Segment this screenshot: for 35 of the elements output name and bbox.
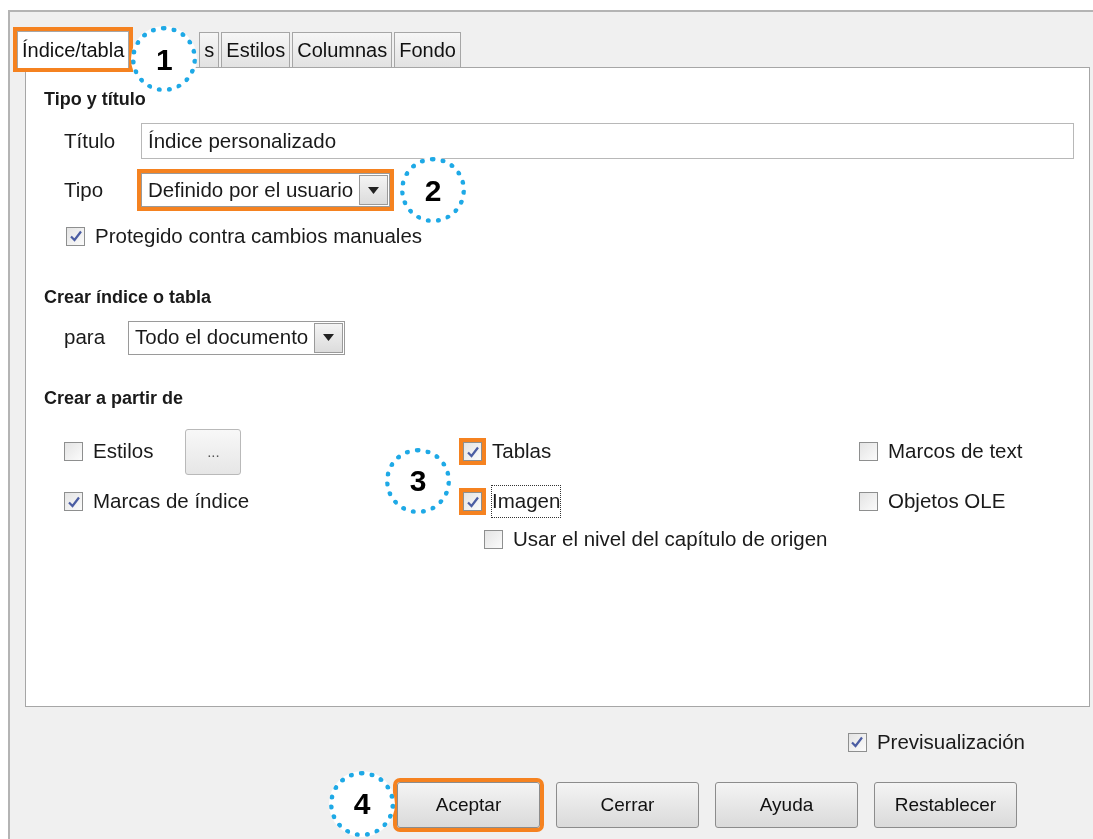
checkbox[interactable] xyxy=(484,530,503,550)
checkbox-label: Imagen xyxy=(492,486,561,518)
callout-marker: 1 xyxy=(131,26,198,92)
callout-marker: 2 xyxy=(400,157,467,223)
callout-marker: 4 xyxy=(329,770,395,837)
tab[interactable]: Estilos xyxy=(221,32,291,67)
checkbox-label: Objetos OLE xyxy=(888,488,1006,515)
dialog-button[interactable]: Restablecer xyxy=(874,781,1017,828)
section-heading: Crear a partir de xyxy=(44,386,185,410)
field-label: para xyxy=(64,324,107,351)
callout-marker: 3 xyxy=(385,447,451,514)
checkbox-label: Estilos xyxy=(93,438,154,465)
section-heading: Crear índice o tabla xyxy=(44,285,213,309)
tab[interactable]: Fondo xyxy=(394,32,461,67)
field-label: Tipo xyxy=(64,176,105,203)
checkbox[interactable] xyxy=(847,732,867,752)
checkbox-label: Tablas xyxy=(492,438,552,465)
checkbox-label: Marcas de índice xyxy=(93,488,250,515)
checkbox-label: Marcos de text xyxy=(888,438,1023,465)
dialog-button[interactable]: Cerrar xyxy=(556,781,699,828)
checkbox-label: Previsualización xyxy=(876,729,1025,755)
dialog-button[interactable]: Ayuda xyxy=(715,781,858,828)
checkbox[interactable] xyxy=(859,442,878,462)
checkbox-label: Usar el nivel del capítulo de origen xyxy=(513,526,828,553)
tab[interactable]: s xyxy=(199,32,220,67)
checkbox-label: Protegido contra cambios manuales xyxy=(95,223,423,249)
field-label: Título xyxy=(64,127,117,154)
checkbox[interactable] xyxy=(859,492,878,512)
checkbox[interactable] xyxy=(64,442,83,462)
checkbox[interactable] xyxy=(66,226,85,246)
title-field[interactable]: Índice personalizado xyxy=(141,123,1074,159)
browse-button[interactable]: ... xyxy=(185,428,242,475)
scope-dropdown[interactable]: Todo el documento xyxy=(128,320,346,355)
checkbox[interactable] xyxy=(64,492,83,512)
tab[interactable]: Columnas xyxy=(292,32,393,67)
